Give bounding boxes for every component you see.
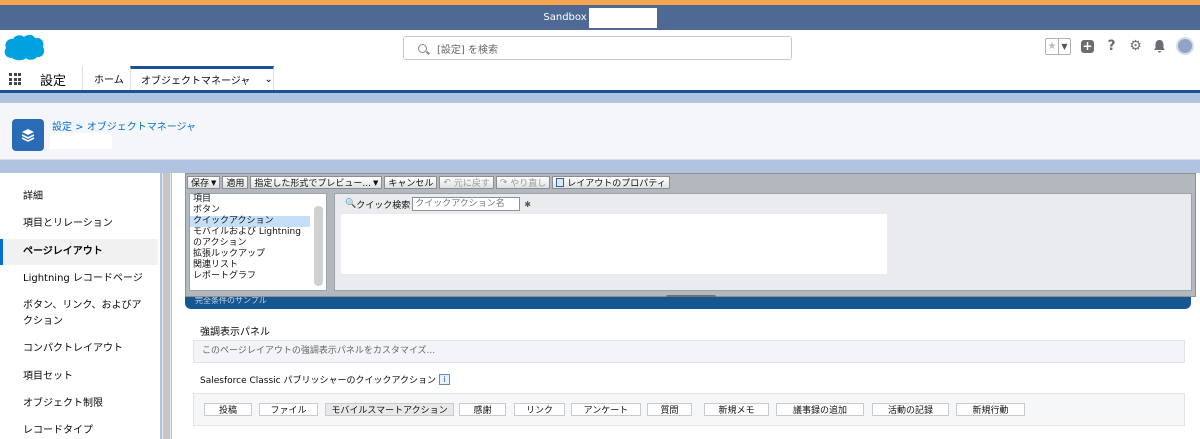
publisher-actions-title: Salesforce Classic パブリッシャーのクイックアクション i <box>200 373 451 386</box>
redo-icon: ↷ <box>499 177 508 188</box>
sandbox-label: Sandbox <box>543 12 587 23</box>
user-avatar[interactable] <box>1176 37 1194 55</box>
palette-items-area <box>341 214 887 274</box>
publisher-actions-panel: 投稿 ファイル モバイルスマートアクション 感謝 リンク アンケート 質問 新規… <box>193 393 1185 426</box>
help-icon[interactable]: ? <box>1104 38 1119 54</box>
sidebar-item-field-sets[interactable]: 項目セット <box>0 369 158 385</box>
category-report-charts[interactable]: レポートグラフ <box>190 271 310 282</box>
action-question[interactable]: 質問 <box>647 403 692 416</box>
sidebar-item-lightning-pages[interactable]: Lightning レコードページ <box>0 271 158 287</box>
breadcrumb[interactable]: 設定 > オブジェクトマネージャ <box>52 118 196 133</box>
clear-icon[interactable]: ✱ <box>524 200 531 209</box>
action-link[interactable]: リンク <box>514 403 565 416</box>
undo-icon: ↶ <box>443 177 451 188</box>
category-mobile-lightning-actions[interactable]: モバイルおよび Lightning のアクション <box>190 227 310 249</box>
tab-home[interactable]: ホーム <box>82 66 135 90</box>
sidebar-item-compact-layouts[interactable]: コンパクトレイアウト <box>0 341 158 357</box>
global-actions-button[interactable]: + <box>1080 39 1095 54</box>
action-add-minutes[interactable]: 議事録の追加 <box>776 403 864 416</box>
layout-properties-button[interactable]: レイアウトのプロパティ <box>552 176 670 189</box>
tab-object-manager-label: オブジェクトマネージャ <box>141 76 251 87</box>
sandbox-name-redaction <box>588 7 657 28</box>
highlights-panel[interactable]: このページレイアウトの強調表示パネルをカスタマイズ... <box>193 340 1185 363</box>
preview-as-button[interactable]: 指定した形式でプレビュー... ▼ <box>250 176 383 189</box>
app-launcher-icon[interactable] <box>9 73 21 85</box>
salesforce-cloud-logo[interactable] <box>2 32 46 62</box>
plus-icon: + <box>1081 38 1094 53</box>
palette-category-list: 項目 ボタン クイックアクション モバイルおよび Lightning のアクショ… <box>189 193 327 291</box>
sidebar-scrollbar[interactable] <box>162 173 171 439</box>
highlights-panel-title: 強調表示パネル <box>200 327 270 338</box>
action-file[interactable]: ファイル <box>259 403 318 416</box>
sidebar-item-fields[interactable]: 項目とリレーション <box>0 216 158 232</box>
category-expanded-lookups[interactable]: 拡張ルックアップ <box>190 249 310 260</box>
page-header: 設定 > オブジェクトマネージャ <box>0 103 1200 160</box>
palette-toolbar: 保存 ▼ 適用 指定した形式でプレビュー... ▼ キャンセル ↶ 元に戻す ↷ や… <box>187 176 670 190</box>
publisher-actions-label: Salesforce Classic パブリッシャーのクイックアクション <box>200 376 437 386</box>
redo-button[interactable]: ↷ やり直し <box>495 176 551 189</box>
sidebar-item-buttons-links-actions[interactable]: ボタン、リンク、およびアクション <box>0 298 150 330</box>
sidebar-item-record-types[interactable]: レコードタイプ <box>0 423 158 439</box>
global-header: [設定] を検索 ★ ▼ + ? ⚙ <box>0 30 1200 66</box>
sandbox-bar: Sandbox <box>0 5 1200 30</box>
tab-object-manager[interactable]: オブジェクトマネージャ ⌄ <box>130 66 274 90</box>
bell-icon[interactable] <box>1152 39 1167 54</box>
object-manager-stack-icon <box>12 119 44 151</box>
action-poll[interactable]: アンケート <box>571 403 641 416</box>
category-buttons[interactable]: ボタン <box>190 205 310 216</box>
header-utility-icons: ★ ▼ + ? ⚙ <box>1045 37 1194 55</box>
action-new-note[interactable]: 新規メモ <box>704 403 769 416</box>
chevron-down-icon[interactable]: ▼ <box>211 179 216 187</box>
quick-find: 🔍 クイック検索 ✱ <box>345 197 531 211</box>
layout-palette: 保存 ▼ 適用 指定した形式でプレビュー... ▼ キャンセル ↶ 元に戻す ↷ や… <box>185 173 1196 300</box>
apply-button[interactable]: 適用 <box>222 176 249 189</box>
chevron-down-icon[interactable]: ▼ <box>1058 38 1070 54</box>
action-log-activity[interactable]: 活動の記録 <box>872 403 949 416</box>
category-fields[interactable]: 項目 <box>190 194 310 205</box>
cancel-button[interactable]: キャンセル <box>384 176 438 189</box>
action-post[interactable]: 投稿 <box>204 403 252 416</box>
app-nav-bar: 設定 ホーム オブジェクトマネージャ ⌄ <box>0 66 1200 93</box>
palette-items-pane: 🔍 クイック検索 ✱ <box>334 193 1192 291</box>
section-header-strip: 完全条件のサンプル <box>185 297 1191 309</box>
sidebar-item-page-layouts[interactable]: ページレイアウト <box>0 239 158 265</box>
object-name-redaction <box>50 133 112 149</box>
search-icon: 🔍 <box>345 199 357 209</box>
info-icon[interactable]: i <box>439 374 451 385</box>
favorites-button[interactable]: ★ ▼ <box>1045 37 1071 55</box>
gear-icon[interactable]: ⚙ <box>1128 38 1143 54</box>
sidebar-item-object-limits[interactable]: オブジェクト制限 <box>0 396 158 412</box>
action-mobile-smart-actions[interactable]: モバイルスマートアクション <box>325 403 454 416</box>
undo-button[interactable]: ↶ 元に戻す <box>439 176 494 189</box>
sidebar-item-details[interactable]: 詳細 <box>0 189 158 205</box>
chevron-down-icon[interactable]: ⌄ <box>264 74 272 85</box>
object-sidebar: 詳細 項目とリレーション ページレイアウト Lightning レコードページ … <box>0 173 160 439</box>
quick-find-input[interactable] <box>412 197 521 211</box>
content-gap <box>0 161 1200 173</box>
properties-icon <box>556 178 565 187</box>
action-new-event[interactable]: 新規行動 <box>956 403 1025 416</box>
app-name: 設定 <box>40 74 67 89</box>
chevron-down-icon[interactable]: ▼ <box>373 179 378 187</box>
scrollbar-thumb[interactable] <box>163 173 170 439</box>
category-list-scrollbar[interactable] <box>314 206 323 286</box>
search-icon <box>418 43 427 53</box>
save-button[interactable]: 保存 ▼ <box>187 176 221 189</box>
search-placeholder: [設定] を検索 <box>437 44 498 56</box>
global-search-input[interactable]: [設定] を検索 <box>403 36 792 60</box>
action-thanks[interactable]: 感謝 <box>459 403 506 416</box>
category-quick-actions[interactable]: クイックアクション <box>190 216 310 227</box>
star-icon: ★ <box>1047 40 1057 52</box>
quick-find-label: クイック検索 <box>356 200 411 211</box>
category-related-lists[interactable]: 関連リスト <box>190 260 310 271</box>
